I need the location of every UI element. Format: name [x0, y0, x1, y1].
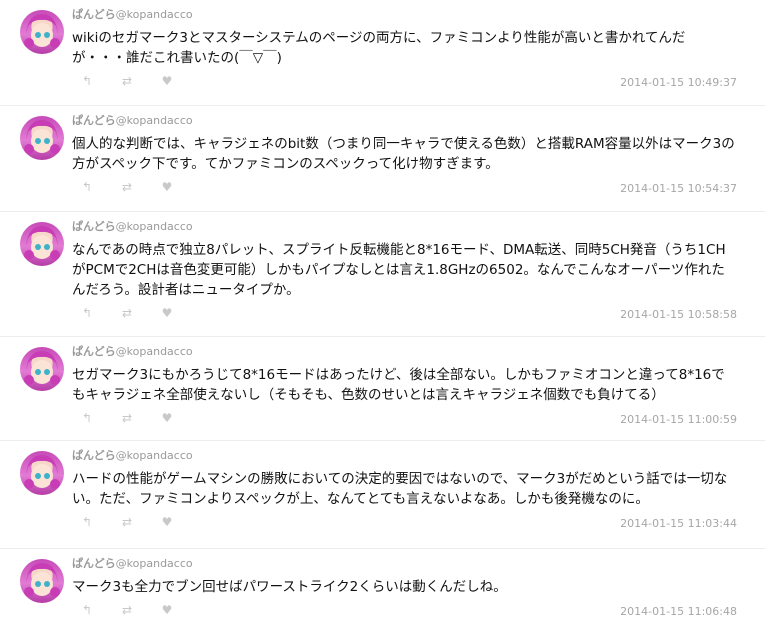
- heart-icon[interactable]: ♥: [160, 515, 174, 529]
- retweet-icon[interactable]: ⇄: [120, 515, 134, 529]
- tweet-footer: ↰ ⇄ ♥ 2014-01-15 11:06:48: [72, 597, 751, 627]
- reply-icon[interactable]: ↰: [80, 74, 94, 88]
- reply-icon[interactable]: ↰: [80, 411, 94, 425]
- reply-icon[interactable]: ↰: [80, 515, 94, 529]
- tweet-text: なんであの時点で独立8パレット、スプライト反転機能と8*16モード、DMA転送、…: [72, 242, 726, 298]
- tweet-footer: ↰ ⇄ ♥ 2014-01-15 10:58:58: [72, 300, 751, 330]
- retweet-icon[interactable]: ⇄: [120, 603, 134, 617]
- avatar[interactable]: [20, 451, 64, 495]
- tweet-header: ぱんどら@kopandacco: [72, 8, 751, 24]
- tweet: ぱんどら@kopandacco wikiのセガマーク3とマスターシステムのページ…: [0, 0, 765, 106]
- tweet: ぱんどら@kopandacco マーク3も全力でブン回せばパワーストライク2くら…: [0, 549, 765, 636]
- timestamp[interactable]: 2014-01-15 11:00:59: [620, 413, 737, 426]
- reply-icon[interactable]: ↰: [80, 306, 94, 320]
- handle[interactable]: @kopandacco: [116, 8, 193, 21]
- handle[interactable]: @kopandacco: [116, 557, 193, 570]
- avatar[interactable]: [20, 347, 64, 391]
- heart-icon[interactable]: ♥: [160, 74, 174, 88]
- reply-icon[interactable]: ↰: [80, 603, 94, 617]
- tweet-footer: ↰ ⇄ ♥ 2014-01-15 10:54:37: [72, 174, 751, 204]
- display-name[interactable]: ぱんどら: [72, 449, 116, 462]
- avatar[interactable]: [20, 10, 64, 54]
- avatar[interactable]: [20, 222, 64, 266]
- tweet: ぱんどら@kopandacco セガマーク3にもかろうじて8*16モードはあった…: [0, 337, 765, 441]
- tweet-actions: ↰ ⇄ ♥: [80, 515, 174, 529]
- heart-icon[interactable]: ♥: [160, 603, 174, 617]
- tweet-text: wikiのセガマーク3とマスターシステムのページの両方に、ファミコンより性能が高…: [72, 30, 686, 66]
- retweet-icon[interactable]: ⇄: [120, 74, 134, 88]
- tweet-footer: ↰ ⇄ ♥ 2014-01-15 11:00:59: [72, 405, 751, 435]
- retweet-icon[interactable]: ⇄: [120, 411, 134, 425]
- display-name[interactable]: ぱんどら: [72, 114, 116, 127]
- tweet-header: ぱんどら@kopandacco: [72, 557, 751, 573]
- heart-icon[interactable]: ♥: [160, 180, 174, 194]
- heart-icon[interactable]: ♥: [160, 411, 174, 425]
- tweet-actions: ↰ ⇄ ♥: [80, 603, 174, 617]
- tweet-header: ぱんどら@kopandacco: [72, 220, 751, 236]
- retweet-icon[interactable]: ⇄: [120, 306, 134, 320]
- tweet-actions: ↰ ⇄ ♥: [80, 411, 174, 425]
- tweet-footer: ↰ ⇄ ♥ 2014-01-15 10:49:37: [72, 68, 751, 98]
- tweet: ぱんどら@kopandacco 個人的な判断では、キャラジェネのbit数（つまり…: [0, 106, 765, 212]
- handle[interactable]: @kopandacco: [116, 114, 193, 127]
- display-name[interactable]: ぱんどら: [72, 220, 116, 233]
- tweet-actions: ↰ ⇄ ♥: [80, 306, 174, 320]
- tweet-text: 個人的な判断では、キャラジェネのbit数（つまり同一キャラで使える色数）と搭載R…: [72, 136, 735, 172]
- reply-icon[interactable]: ↰: [80, 180, 94, 194]
- timestamp[interactable]: 2014-01-15 11:03:44: [620, 517, 737, 530]
- tweet-text: マーク3も全力でブン回せばパワーストライク2くらいは動くんだしね。: [72, 579, 507, 595]
- tweet-header: ぱんどら@kopandacco: [72, 345, 751, 361]
- handle[interactable]: @kopandacco: [116, 449, 193, 462]
- tweet: ぱんどら@kopandacco なんであの時点で独立8パレット、スプライト反転機…: [0, 212, 765, 337]
- tweet-text: セガマーク3にもかろうじて8*16モードはあったけど、後は全部ない。しかもファミ…: [72, 367, 725, 403]
- display-name[interactable]: ぱんどら: [72, 557, 116, 570]
- timestamp[interactable]: 2014-01-15 10:54:37: [620, 182, 737, 195]
- avatar[interactable]: [20, 559, 64, 603]
- display-name[interactable]: ぱんどら: [72, 8, 116, 21]
- timestamp[interactable]: 2014-01-15 10:49:37: [620, 76, 737, 89]
- timestamp[interactable]: 2014-01-15 11:06:48: [620, 605, 737, 618]
- tweet: ぱんどら@kopandacco ハードの性能がゲームマシンの勝敗においての決定的…: [0, 441, 765, 549]
- tweet-header: ぱんどら@kopandacco: [72, 449, 751, 465]
- tweet-actions: ↰ ⇄ ♥: [80, 180, 174, 194]
- tweet-text: ハードの性能がゲームマシンの勝敗においての決定的要因ではないので、マーク3がだめ…: [72, 471, 728, 507]
- tweet-header: ぱんどら@kopandacco: [72, 114, 751, 130]
- heart-icon[interactable]: ♥: [160, 306, 174, 320]
- avatar[interactable]: [20, 116, 64, 160]
- timeline: ぱんどら@kopandacco wikiのセガマーク3とマスターシステムのページ…: [0, 0, 765, 636]
- timestamp[interactable]: 2014-01-15 10:58:58: [620, 308, 737, 321]
- display-name[interactable]: ぱんどら: [72, 345, 116, 358]
- handle[interactable]: @kopandacco: [116, 345, 193, 358]
- tweet-actions: ↰ ⇄ ♥: [80, 74, 174, 88]
- handle[interactable]: @kopandacco: [116, 220, 193, 233]
- retweet-icon[interactable]: ⇄: [120, 180, 134, 194]
- tweet-footer: ↰ ⇄ ♥ 2014-01-15 11:03:44: [72, 509, 751, 539]
